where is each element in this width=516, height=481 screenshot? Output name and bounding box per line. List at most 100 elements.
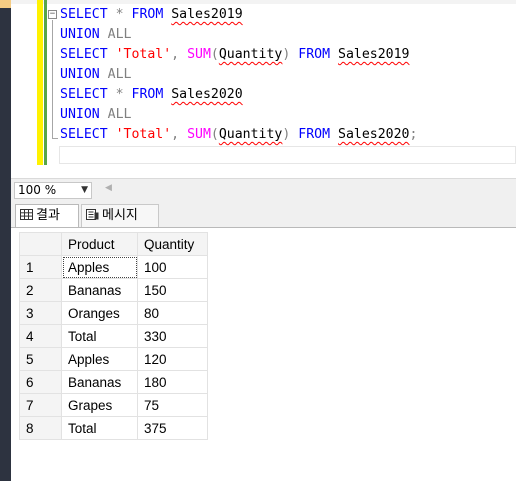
unsaved-change-marker <box>37 0 43 165</box>
grid-corner[interactable] <box>19 232 62 256</box>
tab-messages-label: 메시지 <box>102 208 138 223</box>
code-line[interactable]: UNION ALL <box>60 105 417 125</box>
table-row[interactable]: 2 Bananas 150 <box>19 278 208 302</box>
code-token: SELECT <box>60 47 108 62</box>
code-token: FROM <box>298 47 331 62</box>
results-grid-area: Product Quantity 1 Apples 100 2 Bananas 150 3 O… <box>11 228 516 481</box>
cell-quantity[interactable]: 330 <box>137 324 208 348</box>
code-token: Sales2019 <box>171 7 243 22</box>
row-number[interactable]: 3 <box>19 301 62 325</box>
editor-status-bar: 100 % ▼ ◀ <box>11 178 516 202</box>
scroll-left-icon[interactable]: ◀ <box>105 183 112 193</box>
code-token: Sales2019 <box>338 47 410 62</box>
cell-product[interactable]: Bananas <box>61 278 138 302</box>
outline-fold-line <box>52 20 53 138</box>
collapse-icon[interactable]: − <box>48 10 57 19</box>
results-grid: Product Quantity 1 Apples 100 2 Bananas 150 3 O… <box>19 232 208 440</box>
table-row[interactable]: 7 Grapes 75 <box>19 393 208 417</box>
code-line[interactable]: SELECT 'Total', SUM(Quantity) FROM Sales… <box>60 125 417 145</box>
row-number[interactable]: 8 <box>19 416 62 440</box>
code-token: UNION <box>60 67 100 82</box>
tab-results[interactable]: 결과 <box>15 204 79 228</box>
cell-product[interactable]: Apples <box>61 255 138 279</box>
row-number[interactable]: 1 <box>19 255 62 279</box>
row-number[interactable]: 7 <box>19 393 62 417</box>
code-token: Quantity <box>218 47 283 62</box>
table-row[interactable]: 1 Apples 100 <box>19 255 208 279</box>
table-row[interactable]: 8 Total 375 <box>19 416 208 440</box>
messages-icon <box>86 209 99 220</box>
code-token: FROM <box>298 127 331 142</box>
code-token: Sales2020 <box>171 87 243 102</box>
code-token: SELECT <box>60 87 108 102</box>
code-token: UNION <box>60 107 100 122</box>
row-number[interactable]: 5 <box>19 347 62 371</box>
table-row[interactable]: 3 Oranges 80 <box>19 301 208 325</box>
cell-quantity[interactable]: 375 <box>137 416 208 440</box>
code-token: ALL <box>107 67 132 82</box>
saved-change-marker <box>44 0 47 165</box>
grid-header-row: Product Quantity <box>19 232 208 256</box>
row-number[interactable]: 6 <box>19 370 62 394</box>
code-token: ALL <box>107 27 132 42</box>
zoom-dropdown[interactable]: 100 % ▼ <box>14 182 92 199</box>
table-row[interactable]: 5 Apples 120 <box>19 347 208 371</box>
code-line[interactable]: SELECT * FROM Sales2020 <box>60 85 417 105</box>
cell-product[interactable]: Oranges <box>61 301 138 325</box>
cell-quantity[interactable]: 120 <box>137 347 208 371</box>
grid-icon <box>20 209 33 220</box>
query-editor[interactable]: − SELECT * FROM Sales2019 UNION ALL SELECT… <box>11 0 516 178</box>
code-token: FROM <box>131 87 164 102</box>
cell-quantity[interactable]: 75 <box>137 393 208 417</box>
window-left-strip <box>0 0 11 481</box>
cell-quantity[interactable]: 150 <box>137 278 208 302</box>
code-line[interactable]: UNION ALL <box>60 65 417 85</box>
chevron-down-icon[interactable]: ▼ <box>81 183 88 198</box>
zoom-value: 100 % <box>18 183 57 197</box>
cell-quantity[interactable]: 180 <box>137 370 208 394</box>
code-token: , <box>171 47 180 62</box>
cell-product[interactable]: Total <box>61 324 138 348</box>
code-token: ; <box>409 127 418 142</box>
editor-top-border <box>11 0 516 4</box>
current-line-highlight <box>59 146 516 164</box>
column-header-product[interactable]: Product <box>61 232 138 256</box>
code-line[interactable]: SELECT * FROM Sales2019 <box>60 5 417 25</box>
cell-quantity[interactable]: 100 <box>137 255 208 279</box>
row-number[interactable]: 4 <box>19 324 62 348</box>
cell-product[interactable]: Total <box>61 416 138 440</box>
tab-messages[interactable]: 메시지 <box>81 204 159 228</box>
code-line[interactable]: UNION ALL <box>60 25 417 45</box>
code-token: ( <box>210 47 219 62</box>
tab-results-label: 결과 <box>36 208 60 223</box>
code-token: FROM <box>131 7 164 22</box>
cell-product[interactable]: Bananas <box>61 370 138 394</box>
code-token: * <box>115 7 124 22</box>
code-token: * <box>115 87 124 102</box>
code-token: SELECT <box>60 7 108 22</box>
cell-product[interactable]: Apples <box>61 347 138 371</box>
table-row[interactable]: 6 Bananas 180 <box>19 370 208 394</box>
code-block[interactable]: SELECT * FROM Sales2019 UNION ALL SELECT '… <box>60 5 417 145</box>
cell-product[interactable]: Grapes <box>61 393 138 417</box>
column-header-quantity[interactable]: Quantity <box>137 232 208 256</box>
code-token: 'Total' <box>115 47 172 62</box>
code-token: , <box>171 127 180 142</box>
table-row[interactable]: 4 Total 330 <box>19 324 208 348</box>
code-line[interactable]: SELECT 'Total', SUM(Quantity) FROM Sales… <box>60 45 417 65</box>
code-token: SUM <box>187 47 211 62</box>
row-number[interactable]: 2 <box>19 278 62 302</box>
cell-quantity[interactable]: 80 <box>137 301 208 325</box>
